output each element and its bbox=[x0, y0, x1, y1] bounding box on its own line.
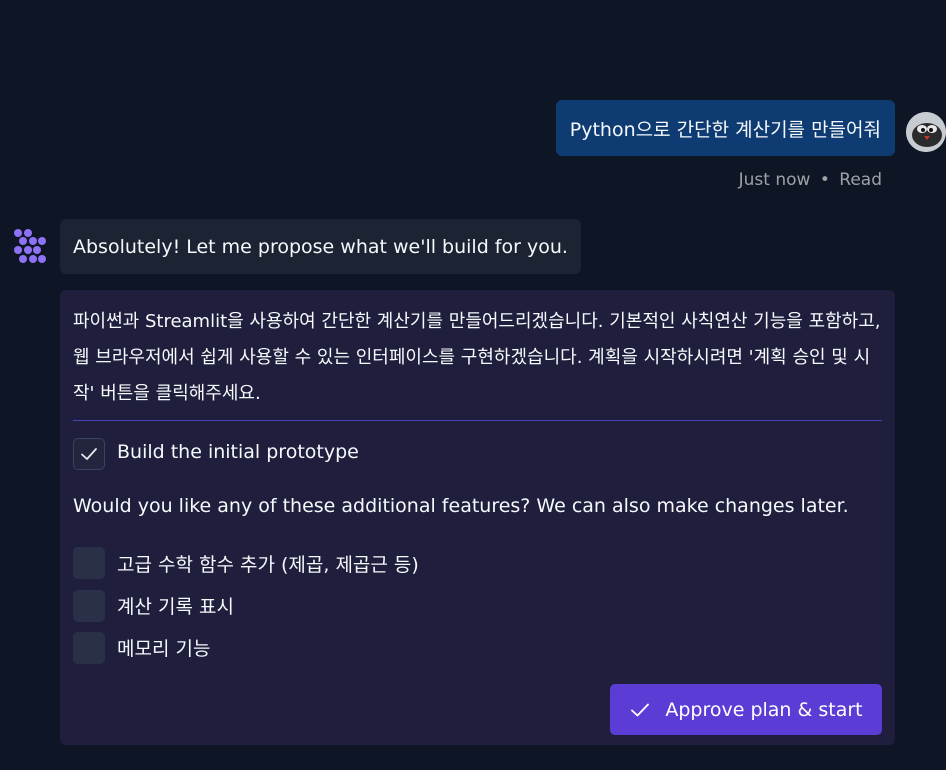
feature-checkbox-memory[interactable] bbox=[73, 632, 105, 664]
approve-plan-label: Approve plan & start bbox=[665, 698, 863, 721]
feature-label-history: 계산 기록 표시 bbox=[117, 596, 234, 618]
feature-checkbox-history[interactable] bbox=[73, 590, 105, 622]
agent-message-bubble: Absolutely! Let me propose what we'll bu… bbox=[60, 219, 581, 274]
plan-card: 파이썬과 Streamlit을 사용하여 간단한 계산기를 만들어드리겠습니다.… bbox=[60, 290, 895, 745]
message-meta: Just now • Read bbox=[739, 170, 882, 190]
avatar-image-icon bbox=[906, 112, 946, 152]
base-step-checkbox[interactable] bbox=[73, 438, 105, 470]
message-time: Just now bbox=[738, 170, 811, 190]
user-message-row: Python으로 간단한 계산기를 만들어줘 bbox=[0, 100, 946, 156]
features-question: Would you like any of these additional f… bbox=[73, 495, 849, 517]
check-icon bbox=[631, 703, 650, 716]
user-avatar[interactable] bbox=[906, 112, 946, 152]
agent-flower-icon bbox=[12, 228, 48, 264]
check-icon bbox=[81, 448, 97, 460]
approve-plan-button[interactable]: Approve plan & start bbox=[610, 684, 882, 735]
feature-label-advanced-math: 고급 수학 함수 추가 (제곱, 제곱근 등) bbox=[117, 554, 419, 576]
base-step-label: Build the initial prototype bbox=[117, 441, 359, 463]
meta-separator: • bbox=[819, 170, 830, 190]
chat-view: Python으로 간단한 계산기를 만들어줘 Just now • Read A… bbox=[0, 0, 946, 770]
feature-checkbox-advanced-math[interactable] bbox=[73, 547, 105, 579]
plan-description: 파이썬과 Streamlit을 사용하여 간단한 계산기를 만들어드리겠습니다.… bbox=[73, 311, 881, 404]
plan-divider bbox=[73, 420, 882, 421]
user-message-bubble: Python으로 간단한 계산기를 만들어줘 bbox=[555, 100, 895, 156]
feature-label-memory: 메모리 기능 bbox=[117, 638, 211, 660]
message-status: Read bbox=[839, 170, 882, 190]
